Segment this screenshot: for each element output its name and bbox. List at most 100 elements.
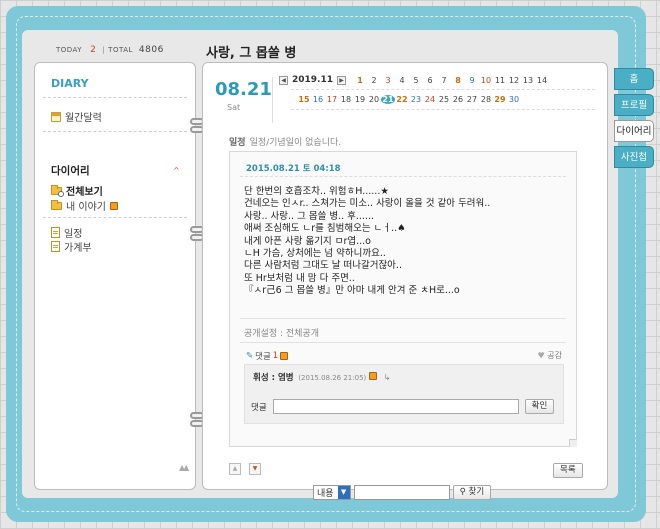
sidebar-item-ledger[interactable]: 가계부 xyxy=(51,239,92,254)
search-input[interactable] xyxy=(353,485,450,500)
calendar-day[interactable]: 30 xyxy=(507,95,521,104)
comments-toggle[interactable]: ✎ 댓글 1 xyxy=(246,350,289,362)
total-count: 4806 xyxy=(138,45,164,55)
reply-icon[interactable]: ↳ xyxy=(384,373,391,382)
calendar-day[interactable]: 19 xyxy=(353,95,367,104)
calendar-day[interactable]: 10 xyxy=(479,76,493,85)
comment-item: 휘성 : 염병 (2015.08.26 21:05) ↳ xyxy=(253,371,390,383)
sidebar-divider xyxy=(43,97,187,98)
calendar-day[interactable]: 1 xyxy=(353,76,367,85)
chevron-down-icon: ▼ xyxy=(337,486,350,499)
calendar-divider xyxy=(291,109,595,110)
calendar-day[interactable]: 4 xyxy=(395,76,409,85)
like-label: 공감 xyxy=(547,351,562,360)
calendar-day[interactable]: 18 xyxy=(339,95,353,104)
sidebar-item-label: 전체보기 xyxy=(66,187,103,198)
calendar-day[interactable]: 8 xyxy=(451,76,465,85)
comment-input-label: 댓글 xyxy=(251,402,267,413)
post-line: 건네오는 인ㅅr.. 스쳐가는 미소.. 사랑이 올을 것 같아 두려워.. xyxy=(244,198,491,210)
calendar-day[interactable]: 28 xyxy=(479,95,493,104)
new-badge-icon xyxy=(280,352,289,360)
next-post-button[interactable]: ▼ xyxy=(249,463,261,475)
tab-diary[interactable]: 다이어리 xyxy=(614,120,654,142)
collapse-caret-icon[interactable]: ^ xyxy=(173,166,180,175)
calendar-day[interactable]: 3 xyxy=(381,76,395,85)
comments-count: 1 xyxy=(272,351,279,361)
calendar-day[interactable]: 7 xyxy=(437,76,451,85)
sidebar-item-my-story[interactable]: 내 이야기 xyxy=(51,198,118,213)
calendar-day[interactable]: 5 xyxy=(409,76,423,85)
calendar-day[interactable]: 29 xyxy=(493,95,507,104)
calendar-day[interactable]: 11 xyxy=(493,76,507,85)
left-page-sidebar: DIARY 월간달력 다이어리 ^ 전체보기 내 이야기 일정 가계부 ▲▲ xyxy=(34,62,196,490)
calendar-divider xyxy=(291,89,595,90)
diary-book: TODAY 2 | TOTAL 4806 사랑, 그 몹쓸 병 DIARY 월간달력 다… xyxy=(22,30,618,500)
sidebar-item-monthly-calendar[interactable]: 월간달력 xyxy=(51,109,102,124)
comment-section: 휘성 : 염병 (2015.08.26 21:05) ↳ 댓글 확인 xyxy=(244,364,564,424)
calendar-day[interactable]: 15 xyxy=(297,95,311,104)
calendar-day[interactable]: 27 xyxy=(465,95,479,104)
sidebar-item-schedule[interactable]: 일정 xyxy=(51,225,82,240)
folder-search-icon xyxy=(51,184,64,197)
calendar-day[interactable]: 14 xyxy=(535,76,549,85)
calendar-month: 2019.11 xyxy=(292,75,333,85)
sidebar-divider xyxy=(43,217,187,218)
post-divider xyxy=(240,342,566,343)
calendar-day[interactable]: 9 xyxy=(465,76,479,85)
post-line: 애써 조심해도 ㄴr를 침범해오는 ㄴㅓ..♠ xyxy=(244,223,406,235)
tab-profile[interactable]: 프로필 xyxy=(614,94,654,116)
prev-post-button[interactable]: ▲ xyxy=(229,463,241,475)
search-type-select[interactable]: 내용 ▼ xyxy=(313,485,351,500)
calendar-day[interactable]: 24 xyxy=(423,95,437,104)
calendar-day[interactable]: 17 xyxy=(325,95,339,104)
calendar-day[interactable]: 20 xyxy=(367,95,381,104)
calendar-day[interactable]: 12 xyxy=(507,76,521,85)
post-line: 『ㅅr己6 그 몹쓸 병』만 아마 내게 안겨 준 ㅊH로...o xyxy=(244,285,460,297)
comments-label: 댓글 xyxy=(255,352,271,362)
calendar-day-selected[interactable]: 21 xyxy=(381,95,395,104)
sidebar-item-label: 내 이야기 xyxy=(66,202,106,213)
double-arrow-icon[interactable]: ▲▲ xyxy=(179,463,189,472)
calendar-day[interactable]: 26 xyxy=(451,95,465,104)
today-label: TODAY xyxy=(56,46,83,54)
calendar-day[interactable]: 23 xyxy=(409,95,423,104)
calendar-day[interactable]: 2 xyxy=(367,76,381,85)
document-icon xyxy=(51,241,60,252)
like-button[interactable]: ♥ 공감 xyxy=(538,350,562,361)
counter-divider: | xyxy=(102,46,106,54)
pencil-icon: ✎ xyxy=(246,351,254,361)
calendar-day[interactable]: 13 xyxy=(521,76,535,85)
current-date-box: 08.21 Sat xyxy=(213,77,273,123)
document-icon xyxy=(51,227,60,238)
calendar-row-1: 1 2 3 4 5 6 7 8 9 10 11 12 13 14 xyxy=(353,76,549,85)
search-type-value: 내용 xyxy=(317,489,334,499)
search-bar: 내용 ▼ ⚲ 찾기 xyxy=(313,485,492,500)
heart-icon: ♥ xyxy=(537,351,545,360)
comment-author[interactable]: 휘성 : 염병 xyxy=(253,373,294,383)
calendar-day[interactable]: 6 xyxy=(423,76,437,85)
current-date: 08.21 xyxy=(215,79,272,100)
search-button[interactable]: ⚲ 찾기 xyxy=(452,485,492,500)
calendar-row-2: 15 16 17 18 19 20 21 22 23 24 25 26 27 2… xyxy=(297,95,521,104)
comment-input[interactable] xyxy=(272,399,519,414)
post-divider xyxy=(240,176,566,177)
calendar-icon xyxy=(51,111,61,122)
comment-confirm-button[interactable]: 확인 xyxy=(524,399,555,414)
visitor-counter: TODAY 2 | TOTAL 4806 xyxy=(56,45,164,55)
tab-home[interactable]: 홈 xyxy=(614,68,654,90)
calendar-day[interactable]: 25 xyxy=(437,95,451,104)
calendar-day[interactable]: 22 xyxy=(395,95,409,104)
tab-photos[interactable]: 사진첩 xyxy=(614,146,654,168)
folder-icon xyxy=(51,199,62,210)
diary-post: 2015.08.21 토 04:18 단 한번의 호흡조차.. 위험ㅎH....… xyxy=(229,151,577,447)
prev-month-icon[interactable]: ◀ xyxy=(279,75,288,85)
calendar-day[interactable]: 16 xyxy=(311,95,325,104)
list-button[interactable]: 목록 xyxy=(553,463,583,478)
total-label: TOTAL xyxy=(108,46,133,54)
post-line: 내게 아픈 사랑 옮기지 ㅁr엽...o xyxy=(244,235,371,247)
sidebar-item-view-all[interactable]: 전체보기 xyxy=(51,183,103,198)
next-month-icon[interactable]: ▶ xyxy=(337,75,346,85)
schedule-text: 일정/기념일이 없습니다. xyxy=(249,138,342,148)
schedule-notice: 일정 일정/기념일이 없습니다. xyxy=(229,135,341,148)
today-count: 2 xyxy=(90,45,97,55)
